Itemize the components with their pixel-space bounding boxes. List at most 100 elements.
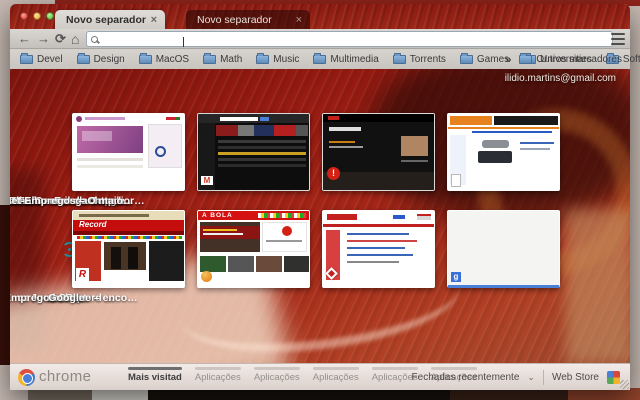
bookmark-folder-design[interactable]: Design [76, 53, 125, 65]
resize-grip[interactable] [620, 380, 629, 389]
bookmark-folder-multimedia[interactable]: Multimedia [313, 53, 379, 65]
window-minimize-button[interactable] [33, 12, 41, 20]
site-dark-panel [149, 241, 184, 281]
bookmark-folder-devel[interactable]: Devel [20, 53, 63, 65]
tab-close-icon[interactable]: × [151, 14, 157, 26]
color-strip [77, 236, 182, 239]
menu-icon[interactable] [611, 33, 625, 45]
thumbnail-gmail[interactable]: M [197, 113, 310, 191]
site-flags [166, 117, 180, 120]
section-aplicacoes-1[interactable]: Aplicações [194, 367, 241, 383]
other-bookmarks-button[interactable]: Outros marcadores [519, 53, 622, 65]
window-close-button[interactable] [20, 12, 28, 20]
back-icon[interactable]: ← [18, 29, 31, 49]
partner-logo [393, 215, 405, 219]
bookmark-label: Math [220, 54, 243, 65]
tab-novo-separador-inactive[interactable]: Novo separador × [186, 10, 310, 29]
section-indicator [312, 367, 359, 370]
home-icon[interactable]: ⌂ [71, 29, 79, 49]
omnibox-input[interactable] [102, 33, 608, 45]
bookmark-folder-macos[interactable]: MacOS [138, 53, 189, 65]
browser-window: Novo separador × Novo separador × ← → ⟳ … [10, 4, 640, 391]
reload-icon[interactable]: ⟳ [55, 29, 66, 49]
headline-text [203, 233, 243, 235]
site-line [520, 148, 550, 150]
toolbar: ← → ⟳ ⌂ [10, 29, 630, 49]
folder-icon [519, 53, 533, 64]
job-link [347, 247, 405, 249]
google-favicon: g [451, 272, 461, 282]
bookmark-label: Multimedia [330, 54, 379, 65]
mail-row [218, 152, 306, 155]
site-rule [448, 127, 559, 129]
bookmark-folder-music[interactable]: Music [256, 53, 300, 65]
folder-icon [392, 53, 406, 64]
thumbnail-load-failed[interactable]: ! [322, 113, 435, 191]
thumbnail-esenfc[interactable] [72, 113, 185, 191]
bookmark-folder-games[interactable]: Games [459, 53, 509, 65]
section-label: Aplicações [194, 372, 241, 383]
thumbnail-label[interactable]: Google [10, 292, 129, 304]
thumbnail-google[interactable]: g [447, 210, 560, 288]
thumbnail-record[interactable]: Record R [72, 210, 185, 288]
site-line [401, 160, 428, 162]
window-zoom-button[interactable] [46, 12, 54, 20]
tab-strip: Novo separador × Novo separador × [10, 4, 630, 29]
wallpaper-stroke [566, 209, 630, 363]
section-indicator [253, 367, 300, 370]
chevron-down-icon[interactable]: ⌄ [527, 372, 535, 383]
document-icon [451, 174, 461, 187]
thumbnail-empregos-online[interactable] [322, 210, 435, 288]
bookmark-folder-torrents[interactable]: Torrents [392, 53, 446, 65]
site-line [266, 240, 302, 242]
thumbnail-netempregos[interactable] [447, 113, 560, 191]
chrome-brand-label: chrome [39, 368, 92, 385]
ball-icon [201, 271, 212, 282]
thumbnail-abola[interactable]: A BOLA [197, 210, 310, 288]
photo-figure [111, 247, 121, 269]
section-label: Aplicações [253, 372, 300, 383]
site-navbar [323, 224, 434, 227]
footer-divider [542, 370, 544, 385]
section-aplicacoes-2[interactable]: Aplicações [253, 367, 300, 383]
footer-right-group: Fechadas recentemente ⌄ Web Store [412, 364, 620, 391]
tab-title: Novo separador [197, 13, 272, 26]
web-store-link[interactable]: Web Store [552, 372, 599, 383]
mail-row [218, 146, 306, 149]
banner-text [82, 131, 112, 141]
folder-icon [138, 53, 152, 64]
record-favicon: R [76, 268, 89, 281]
omnibox[interactable] [86, 31, 613, 47]
new-tab-page: ilidio.martins@gmail.com ESEnfC – Escola… [10, 69, 630, 363]
job-link [347, 233, 409, 235]
thumbnail-label[interactable]: Net-Empregos – O maio… [10, 195, 134, 207]
web-store-icon[interactable] [607, 371, 620, 384]
site-line [520, 142, 554, 144]
bookmark-label: Torrents [409, 54, 446, 65]
tab-novo-separador-active[interactable]: Novo separador × [55, 10, 165, 29]
bookmark-label: Music [273, 54, 300, 65]
folder-icon [256, 53, 270, 64]
site-topbar [323, 114, 434, 122]
search-icon [91, 35, 98, 43]
job-link [347, 254, 413, 256]
section-indicator [128, 367, 182, 370]
forward-icon[interactable]: → [37, 29, 50, 49]
folder-icon [20, 53, 33, 64]
section-indicator [194, 367, 241, 370]
walkme-badge [482, 140, 509, 148]
bookmark-folder-math[interactable]: Math [203, 53, 243, 65]
bookmarks-overflow-icon[interactable]: » [505, 54, 511, 66]
site-ad [494, 116, 558, 125]
section-aplicacoes-3[interactable]: Aplicações [312, 367, 359, 383]
site-links [472, 131, 552, 133]
section-mais-visitado[interactable]: Mais visitad [128, 367, 182, 383]
recently-closed-menu[interactable]: Fechadas recentemente [412, 372, 520, 383]
tab-close-icon[interactable]: × [296, 14, 302, 26]
walkme-tooltip [478, 151, 512, 163]
job-link [347, 261, 399, 263]
site-emblem [155, 146, 166, 157]
tab-title: Novo separador [66, 13, 146, 26]
mail-row [218, 164, 306, 167]
site-button [260, 117, 269, 121]
